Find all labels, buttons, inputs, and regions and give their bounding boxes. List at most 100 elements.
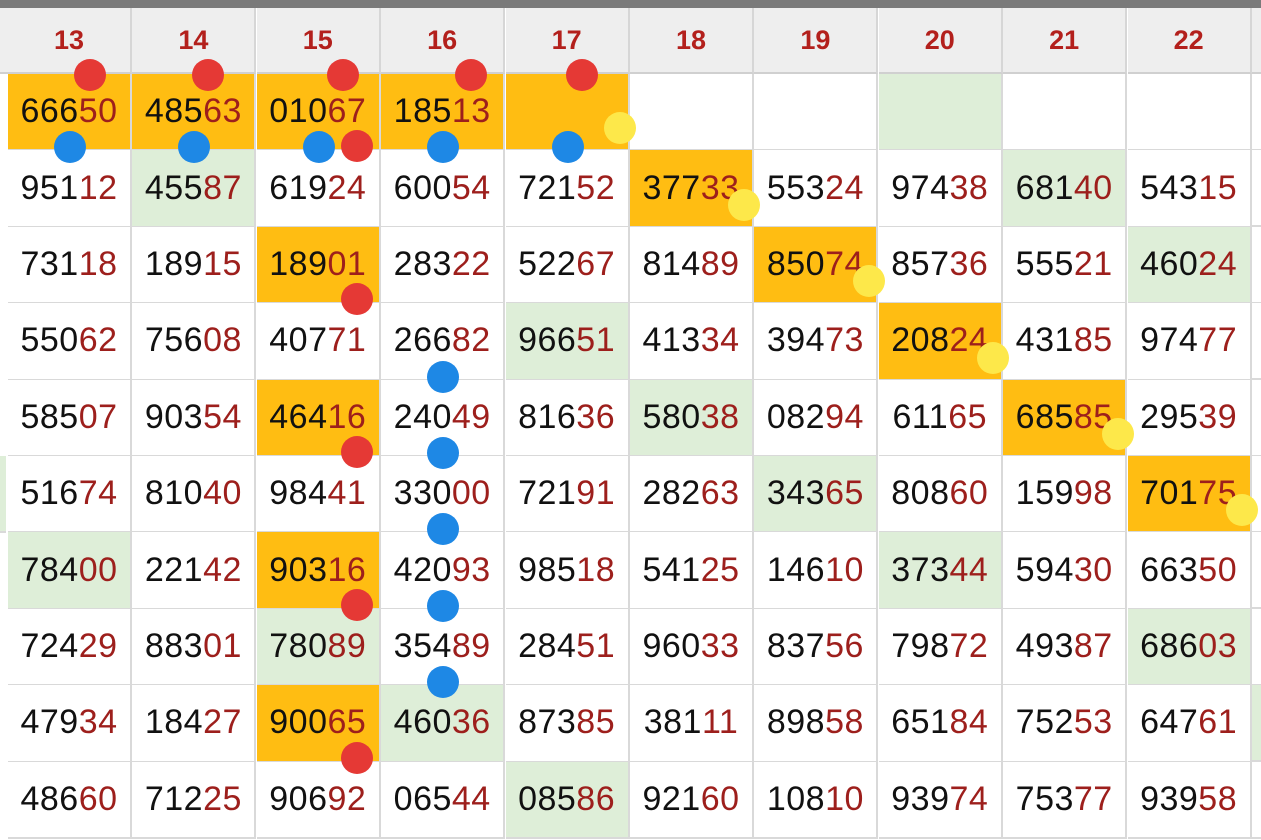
number-cell[interactable]: 585 07 — [8, 379, 132, 457]
number-cell[interactable]: 753 77 — [1003, 761, 1128, 839]
number-cell[interactable]: 984 41 — [256, 456, 381, 534]
number-cell[interactable]: 373 44 — [878, 532, 1003, 610]
number-cell[interactable]: 407 71 — [256, 303, 381, 381]
number-cell[interactable]: 651 84 — [878, 685, 1003, 763]
number-cell[interactable]: 189 15 — [132, 226, 257, 305]
number-cell[interactable]: 816 36 — [505, 379, 630, 457]
number-cell[interactable]: 460 24 — [1127, 226, 1252, 305]
right-edge-cell — [1252, 226, 1261, 304]
number-cell[interactable]: 966 51 — [505, 303, 630, 381]
number-cell[interactable]: 960 33 — [630, 608, 754, 687]
number-prefix: 580 — [642, 397, 701, 436]
number-cell[interactable]: 082 94 — [754, 379, 879, 457]
number-cell[interactable]: 939 58 — [1127, 761, 1252, 839]
number-cell[interactable] — [754, 74, 879, 152]
number-cell[interactable]: 184 27 — [132, 685, 257, 763]
number-prefix: 984 — [269, 474, 328, 513]
number-prefix: 939 — [891, 779, 950, 818]
number-cell[interactable] — [1127, 74, 1252, 152]
number-cell[interactable]: 724 29 — [8, 608, 132, 687]
number-suffix: 63 — [700, 474, 740, 513]
number-cell[interactable]: 712 25 — [132, 761, 257, 839]
column-header: 18 — [630, 8, 754, 74]
number-cell[interactable]: 921 60 — [630, 761, 754, 839]
number-cell[interactable] — [878, 74, 1003, 152]
number-cell[interactable]: 159 98 — [1003, 456, 1128, 534]
number-cell[interactable]: 541 25 — [630, 532, 754, 610]
number-cell[interactable]: 974 77 — [1127, 303, 1252, 381]
number-cell[interactable]: 550 62 — [8, 303, 132, 381]
number-cell[interactable]: 906 92 — [256, 761, 381, 839]
number-cell[interactable]: 108 10 — [754, 761, 879, 839]
column-header: 14 — [132, 8, 257, 74]
number-cell[interactable]: 752 53 — [1003, 685, 1128, 763]
number-cell[interactable]: 381 11 — [630, 685, 754, 763]
number-cell[interactable]: 394 73 — [754, 303, 879, 381]
yellow-marker-dot — [728, 188, 761, 221]
number-cell[interactable]: 543 15 — [1127, 150, 1252, 228]
number-cell[interactable]: 873 85 — [505, 685, 630, 763]
red-marker-dot — [455, 59, 488, 91]
number-cell[interactable]: 343 65 — [754, 456, 879, 534]
number-cell[interactable]: 808 60 — [878, 456, 1003, 534]
number-cell[interactable]: 431 85 — [1003, 303, 1128, 381]
number-cell[interactable]: 903 54 — [132, 379, 257, 457]
number-cell[interactable]: 479 34 — [8, 685, 132, 763]
number-cell[interactable]: 837 56 — [754, 608, 879, 687]
number-cell[interactable]: 580 38 — [630, 379, 754, 457]
yellow-marker-dot — [977, 341, 1010, 374]
number-cell[interactable]: 611 65 — [878, 379, 1003, 457]
number-cell[interactable]: 686 03 — [1127, 608, 1252, 687]
number-cell[interactable]: 413 34 — [630, 303, 754, 381]
number-cell[interactable]: 493 87 — [1003, 608, 1128, 687]
number-cell[interactable] — [630, 74, 754, 152]
number-suffix: 65 — [825, 474, 864, 513]
number-cell[interactable]: 146 10 — [754, 532, 879, 610]
number-cell[interactable]: 780 89 — [256, 608, 381, 687]
number-suffix: 50 — [78, 92, 118, 131]
number-cell[interactable]: 784 00 — [8, 532, 132, 610]
number-cell[interactable]: 974 38 — [878, 150, 1003, 228]
number-cell[interactable]: 814 89 — [630, 226, 754, 305]
number-cell[interactable]: 284 51 — [505, 608, 630, 687]
number-cell[interactable]: 647 61 — [1127, 685, 1252, 763]
number-cell[interactable]: 221 42 — [132, 532, 257, 610]
number-cell[interactable]: 065 44 — [381, 761, 506, 839]
number-cell[interactable]: 522 67 — [505, 226, 630, 305]
number-cell[interactable]: 516 74 — [8, 456, 132, 534]
number-cell[interactable]: 756 08 — [132, 303, 257, 381]
number-cell[interactable]: 985 18 — [505, 532, 630, 610]
number-prefix: 903 — [144, 397, 204, 436]
number-cell[interactable]: 282 63 — [630, 456, 754, 534]
number-cell[interactable]: 810 40 — [132, 456, 257, 534]
number-cell[interactable]: 486 60 — [8, 761, 132, 839]
number-cell[interactable]: 798 72 — [878, 608, 1003, 687]
number-suffix: 65 — [948, 397, 988, 436]
number-cell[interactable]: 283 22 — [381, 226, 506, 305]
number-cell[interactable]: 555 21 — [1003, 226, 1128, 305]
number-cell[interactable]: 939 74 — [878, 761, 1003, 839]
number-prefix: 666 — [20, 92, 79, 131]
number-cell[interactable]: 857 36 — [878, 226, 1003, 305]
number-cell[interactable] — [1003, 74, 1128, 152]
number-cell[interactable]: 085 86 — [505, 761, 630, 839]
number-cell[interactable]: 898 58 — [754, 685, 879, 763]
number-cell[interactable]: 553 24 — [754, 150, 879, 228]
red-marker-dot — [340, 588, 373, 621]
number-cell[interactable]: 594 30 — [1003, 532, 1128, 610]
number-suffix: 22 — [451, 244, 491, 283]
number-cell[interactable]: 883 01 — [132, 608, 257, 687]
number-suffix: 36 — [949, 244, 989, 283]
number-cell[interactable]: 663 50 — [1127, 532, 1252, 610]
number-cell[interactable]: 295 39 — [1127, 379, 1252, 457]
number-cell[interactable]: 681 40 — [1003, 150, 1128, 228]
number-cell[interactable]: 731 18 — [8, 226, 132, 305]
number-prefix: 752 — [1015, 703, 1074, 742]
number-suffix: 77 — [1073, 779, 1113, 818]
number-suffix: 74 — [949, 779, 989, 818]
number-prefix: 814 — [642, 244, 701, 283]
number-cell[interactable]: 721 91 — [505, 456, 630, 534]
number-prefix: 651 — [891, 703, 950, 742]
number-suffix: 11 — [701, 703, 739, 742]
number-suffix: 60 — [78, 779, 118, 818]
